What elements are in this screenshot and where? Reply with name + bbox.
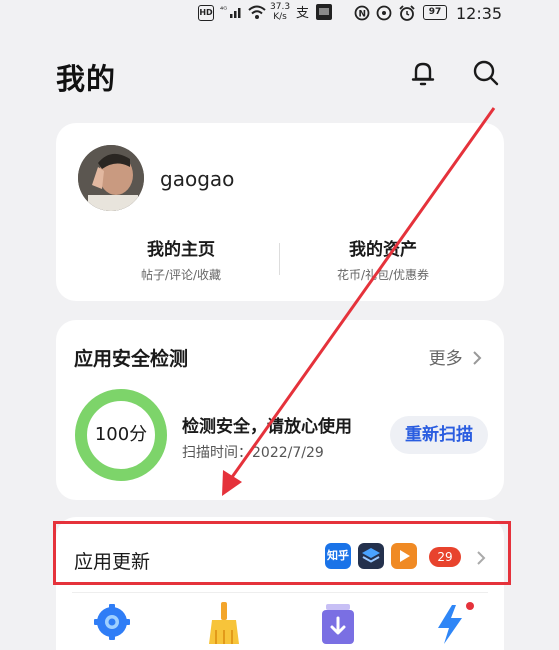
my-assets-link[interactable]: 我的资产 花币/礼包/优惠券 [288, 235, 478, 283]
username: gaogao [160, 167, 235, 191]
nfc-icon: N [354, 5, 370, 25]
divider [279, 243, 280, 275]
status-bar: HD ⁴ᴳ 37.3 K/s 支 N 97 12:35 [0, 0, 559, 30]
rescan-button[interactable]: 重新扫描 [390, 416, 488, 454]
network-speed: 37.3 K/s [270, 2, 291, 22]
search-icon[interactable] [471, 58, 501, 88]
security-title: 应用安全检测 [74, 348, 189, 370]
divider [72, 592, 488, 593]
speed-boost-icon[interactable] [430, 602, 474, 646]
wifi-icon [248, 5, 266, 24]
more-link[interactable]: 更多 [429, 344, 482, 369]
download-manager-icon[interactable] [318, 602, 358, 646]
settings-gear-icon[interactable] [92, 602, 132, 646]
svg-text:支: 支 [296, 6, 309, 20]
annotation-highlight-box [53, 521, 511, 585]
page-title: 我的 [56, 62, 117, 96]
alipay-icon: 支 [296, 4, 312, 24]
scan-status: 检测安全，请放心使用 [182, 417, 352, 437]
score-label: 100分 [94, 424, 148, 445]
alarm-icon [398, 5, 416, 25]
eye-comfort-icon [376, 5, 392, 25]
svg-text:⁴ᴳ: ⁴ᴳ [220, 5, 227, 14]
my-homepage-subtitle: 帖子/评论/收藏 [140, 268, 222, 282]
clock: 12:35 [456, 4, 503, 23]
more-label: 更多 [428, 349, 463, 369]
my-homepage-title: 我的主页 [147, 240, 215, 260]
hd-indicator: HD [198, 5, 214, 21]
my-homepage-link[interactable]: 我的主页 帖子/评论/收藏 [86, 235, 276, 283]
signal-icon: ⁴ᴳ [220, 4, 244, 24]
app-notification-icon [316, 4, 332, 24]
security-check-card: 应用安全检测 更多 100分 检测安全，请放心使用 扫描时间：2022/7/29… [56, 320, 504, 500]
battery-indicator: 97 [423, 5, 447, 20]
svg-text:N: N [359, 10, 367, 20]
my-assets-subtitle: 花币/礼包/优惠券 [336, 268, 430, 282]
cleanup-broom-icon[interactable] [204, 602, 244, 646]
bell-icon[interactable] [408, 58, 438, 88]
chevron-right-icon [473, 351, 482, 365]
my-assets-title: 我的资产 [349, 240, 417, 260]
avatar[interactable] [78, 145, 144, 211]
scan-time: 扫描时间：2022/7/29 [182, 445, 324, 461]
profile-card: gaogao 我的主页 帖子/评论/收藏 我的资产 花币/礼包/优惠券 [56, 123, 504, 301]
